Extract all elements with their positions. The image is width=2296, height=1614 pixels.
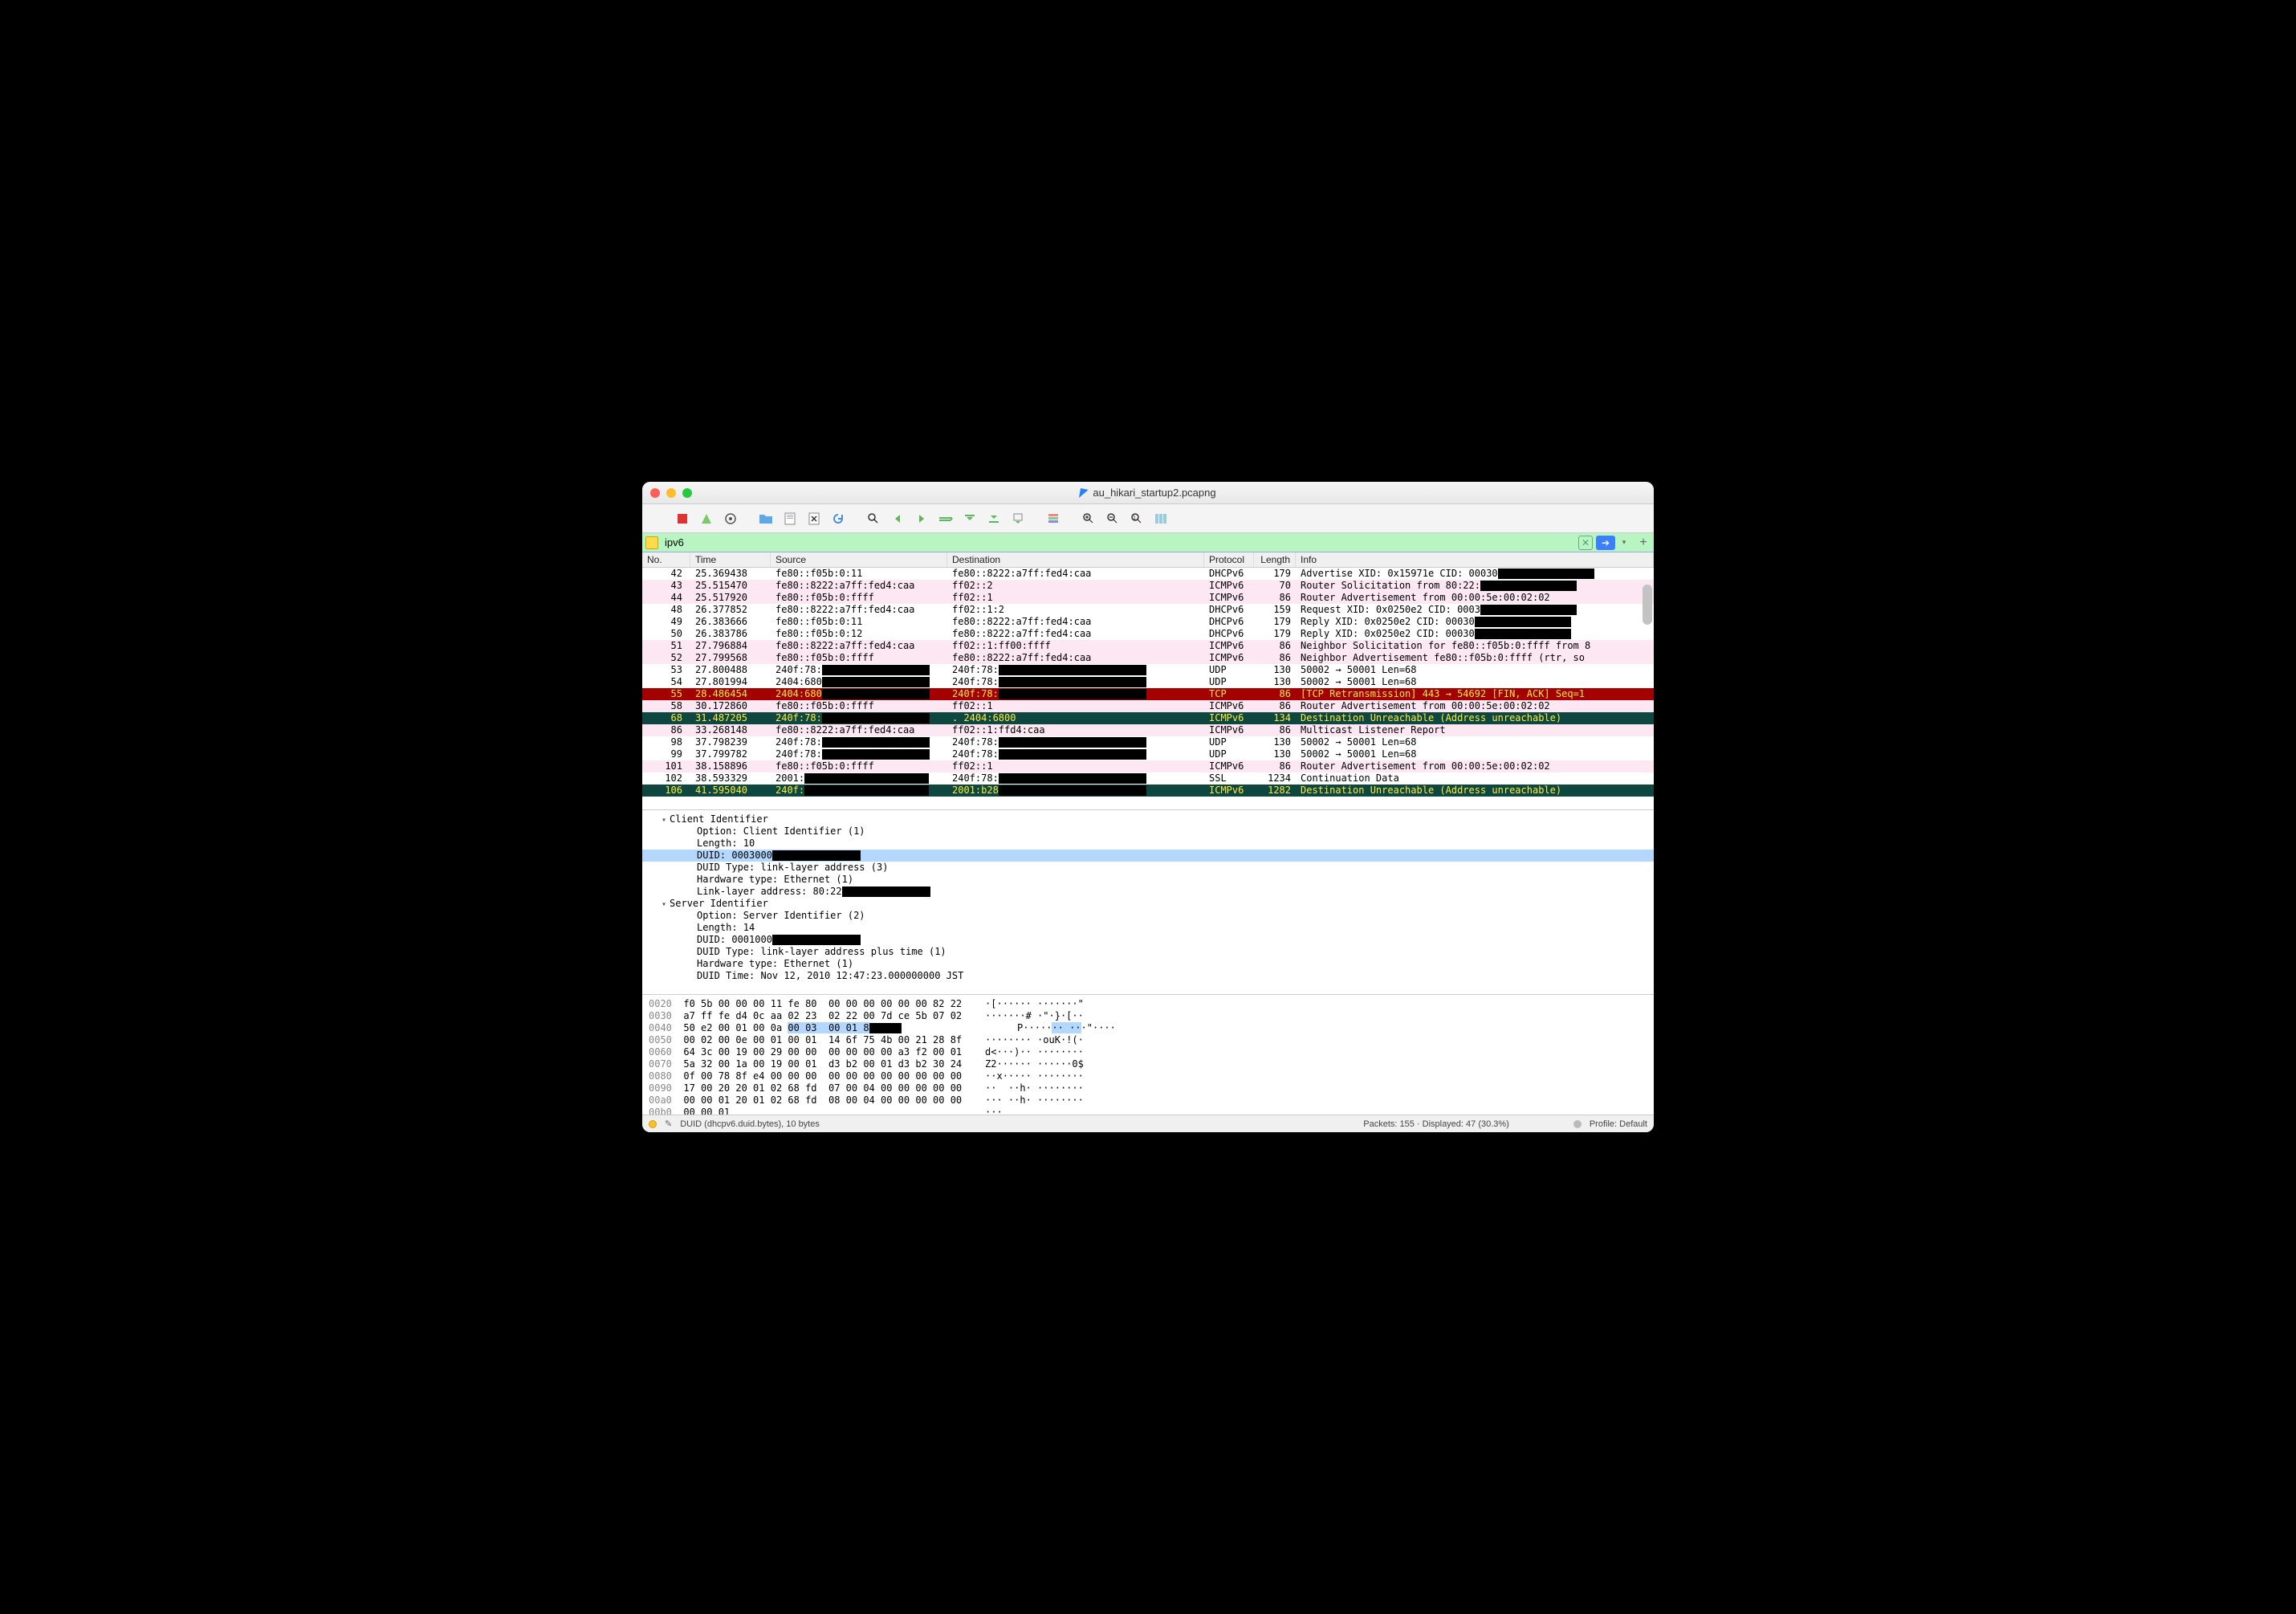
- stop-capture-button[interactable]: [671, 507, 694, 530]
- detail-row[interactable]: DUID Type: link-layer address (3): [642, 862, 1654, 874]
- save-file-button[interactable]: [779, 507, 801, 530]
- packet-row[interactable]: 4425.517920fe80::f05b:0:ffffff02::1ICMPv…: [642, 592, 1654, 604]
- hex-row[interactable]: 00a0 00 00 01 20 01 02 68 fd 08 00 04 00…: [649, 1094, 1647, 1107]
- minimize-button[interactable]: [666, 488, 676, 498]
- open-file-button[interactable]: [755, 507, 777, 530]
- detail-row[interactable]: DUID: 0001000: [642, 934, 1654, 946]
- detail-row[interactable]: Client Identifier: [642, 813, 1654, 825]
- status-bar: ✎ DUID (dhcpv6.duid.bytes), 10 bytes Pac…: [642, 1115, 1654, 1132]
- expert-info-icon[interactable]: [649, 1120, 657, 1128]
- go-to-first-button[interactable]: [959, 507, 981, 530]
- traffic-lights: [650, 488, 692, 498]
- packet-row[interactable]: 9837.798239240f:78:240f:78:UDP13050002 →…: [642, 736, 1654, 748]
- add-filter-button[interactable]: +: [1636, 536, 1651, 550]
- detail-row[interactable]: Option: Client Identifier (1): [642, 825, 1654, 838]
- packet-row[interactable]: 5427.8019942404:680240f:78:UDP13050002 →…: [642, 676, 1654, 688]
- clear-filter-button[interactable]: ✕: [1578, 536, 1593, 550]
- go-back-button[interactable]: [886, 507, 909, 530]
- packet-details-pane[interactable]: Client IdentifierOption: Client Identifi…: [642, 809, 1654, 994]
- packet-bytes-pane[interactable]: 0020 f0 5b 00 00 00 11 fe 80 00 00 00 00…: [642, 994, 1654, 1115]
- start-capture-button[interactable]: [647, 507, 670, 530]
- zoom-in-button[interactable]: [1077, 507, 1100, 530]
- detail-row[interactable]: Server Identifier: [642, 898, 1654, 910]
- hex-row[interactable]: 00b0 00 00 01 ···: [649, 1107, 1647, 1115]
- packet-row[interactable]: 5127.796884fe80::8222:a7ff:fed4:caaff02:…: [642, 640, 1654, 652]
- hex-row[interactable]: 0020 f0 5b 00 00 00 11 fe 80 00 00 00 00…: [649, 998, 1647, 1010]
- packet-row[interactable]: 10641.595040240f:2001:b28ICMPv61282Desti…: [642, 785, 1654, 797]
- packet-row[interactable]: 5026.383786fe80::f05b:0:12fe80::8222:a7f…: [642, 628, 1654, 640]
- colorize-button[interactable]: [1042, 507, 1065, 530]
- packet-row[interactable]: 5327.800488240f:78:240f:78:UDP13050002 →…: [642, 664, 1654, 676]
- packet-row[interactable]: 4826.377852fe80::8222:a7ff:fed4:caaff02:…: [642, 604, 1654, 616]
- display-filter-input[interactable]: [662, 535, 1575, 550]
- detail-row[interactable]: Length: 14: [642, 922, 1654, 934]
- reload-button[interactable]: [827, 507, 849, 530]
- close-button[interactable]: [650, 488, 660, 498]
- hex-row[interactable]: 0050 00 02 00 0e 00 01 00 01 14 6f 75 4b…: [649, 1034, 1647, 1046]
- detail-row[interactable]: Link-layer address: 80:22: [642, 886, 1654, 898]
- filter-history-dropdown[interactable]: ▾: [1618, 536, 1630, 550]
- packet-row[interactable]: 10138.158896fe80::f05b:0:ffffff02::1ICMP…: [642, 760, 1654, 772]
- scrollbar-thumb[interactable]: [1643, 585, 1652, 625]
- column-protocol[interactable]: Protocol: [1204, 552, 1254, 567]
- column-time[interactable]: Time: [690, 552, 771, 567]
- hex-row[interactable]: 0060 64 3c 00 19 00 29 00 00 00 00 00 00…: [649, 1046, 1647, 1058]
- hex-row[interactable]: 0070 5a 32 00 1a 00 19 00 01 d3 b2 00 01…: [649, 1058, 1647, 1070]
- edit-icon[interactable]: ✎: [665, 1119, 672, 1129]
- packet-row[interactable]: 8633.268148fe80::8222:a7ff:fed4:caaff02:…: [642, 724, 1654, 736]
- detail-row[interactable]: Hardware type: Ethernet (1): [642, 958, 1654, 970]
- packet-row[interactable]: 6831.487205240f:78:. 2404:6800ICMPv6134D…: [642, 712, 1654, 724]
- status-field: DUID (dhcpv6.duid.bytes), 10 bytes: [680, 1119, 820, 1129]
- go-forward-button[interactable]: [910, 507, 933, 530]
- packet-row[interactable]: 4225.369438fe80::f05b:0:11fe80::8222:a7f…: [642, 568, 1654, 580]
- status-packets: Packets: 155 · Displayed: 47 (30.3%): [1363, 1119, 1509, 1129]
- wireshark-fin-icon: [1079, 488, 1089, 498]
- packet-row[interactable]: 4926.383666fe80::f05b:0:11fe80::8222:a7f…: [642, 616, 1654, 628]
- go-to-last-button[interactable]: [983, 507, 1005, 530]
- status-profile[interactable]: Profile: Default: [1590, 1119, 1647, 1129]
- display-filter-bar: ✕ ➔ ▾ +: [642, 533, 1654, 552]
- column-source[interactable]: Source: [771, 552, 947, 567]
- detail-row[interactable]: DUID: 0003000: [642, 850, 1654, 862]
- resize-columns-button[interactable]: [1150, 507, 1172, 530]
- detail-row[interactable]: DUID Type: link-layer address plus time …: [642, 946, 1654, 958]
- toolbar: 1: [642, 504, 1654, 533]
- packet-row[interactable]: 5830.172860fe80::f05b:0:ffffff02::1ICMPv…: [642, 700, 1654, 712]
- zoom-out-button[interactable]: [1101, 507, 1124, 530]
- svg-text:1: 1: [1133, 516, 1136, 521]
- go-to-packet-button[interactable]: [934, 507, 957, 530]
- detail-row[interactable]: DUID Time: Nov 12, 2010 12:47:23.0000000…: [642, 970, 1654, 982]
- zoom-reset-button[interactable]: 1: [1126, 507, 1148, 530]
- titlebar: au_hikari_startup2.pcapng: [642, 482, 1654, 504]
- column-length[interactable]: Length: [1254, 552, 1296, 567]
- packet-row[interactable]: 4325.515470fe80::8222:a7ff:fed4:caaff02:…: [642, 580, 1654, 592]
- column-info[interactable]: Info: [1296, 552, 1654, 567]
- auto-scroll-button[interactable]: [1007, 507, 1029, 530]
- close-file-button[interactable]: [803, 507, 825, 530]
- column-no[interactable]: No.: [642, 552, 690, 567]
- hex-row[interactable]: 0080 0f 00 78 8f e4 00 00 00 00 00 00 00…: [649, 1070, 1647, 1082]
- bookmark-icon[interactable]: [645, 536, 658, 549]
- packet-list-pane[interactable]: No. Time Source Destination Protocol Len…: [642, 552, 1654, 809]
- packet-row[interactable]: 5528.4864542404:680240f:78:TCP86[TCP Ret…: [642, 688, 1654, 700]
- packet-list-header[interactable]: No. Time Source Destination Protocol Len…: [642, 552, 1654, 568]
- column-destination[interactable]: Destination: [947, 552, 1204, 567]
- restart-capture-button[interactable]: [695, 507, 718, 530]
- app-window: au_hikari_startup2.pcapng 1 ✕ ➔ ▾ +: [642, 482, 1654, 1132]
- hex-row[interactable]: 0090 17 00 20 20 01 02 68 fd 07 00 04 00…: [649, 1082, 1647, 1094]
- packet-row[interactable]: 5227.799568fe80::f05b:0:fffffe80::8222:a…: [642, 652, 1654, 664]
- detail-row[interactable]: Option: Server Identifier (2): [642, 910, 1654, 922]
- packet-row[interactable]: 9937.799782240f:78:240f:78:UDP13050002 →…: [642, 748, 1654, 760]
- window-title: au_hikari_startup2.pcapng: [642, 487, 1654, 499]
- packet-row[interactable]: 10238.5933292001:240f:78:SSL1234Continua…: [642, 772, 1654, 785]
- zoom-button[interactable]: [682, 488, 692, 498]
- detail-row[interactable]: Length: 10: [642, 838, 1654, 850]
- hex-row[interactable]: 0030 a7 ff fe d4 0c aa 02 23 02 22 00 7d…: [649, 1010, 1647, 1022]
- hex-row[interactable]: 0040 50 e2 00 01 00 0a 00 03 00 01 8 P··…: [649, 1022, 1647, 1034]
- find-button[interactable]: [862, 507, 885, 530]
- detail-row[interactable]: Hardware type: Ethernet (1): [642, 874, 1654, 886]
- apply-filter-button[interactable]: ➔: [1596, 536, 1615, 550]
- profile-dot-icon: [1573, 1120, 1582, 1128]
- capture-options-button[interactable]: [719, 507, 742, 530]
